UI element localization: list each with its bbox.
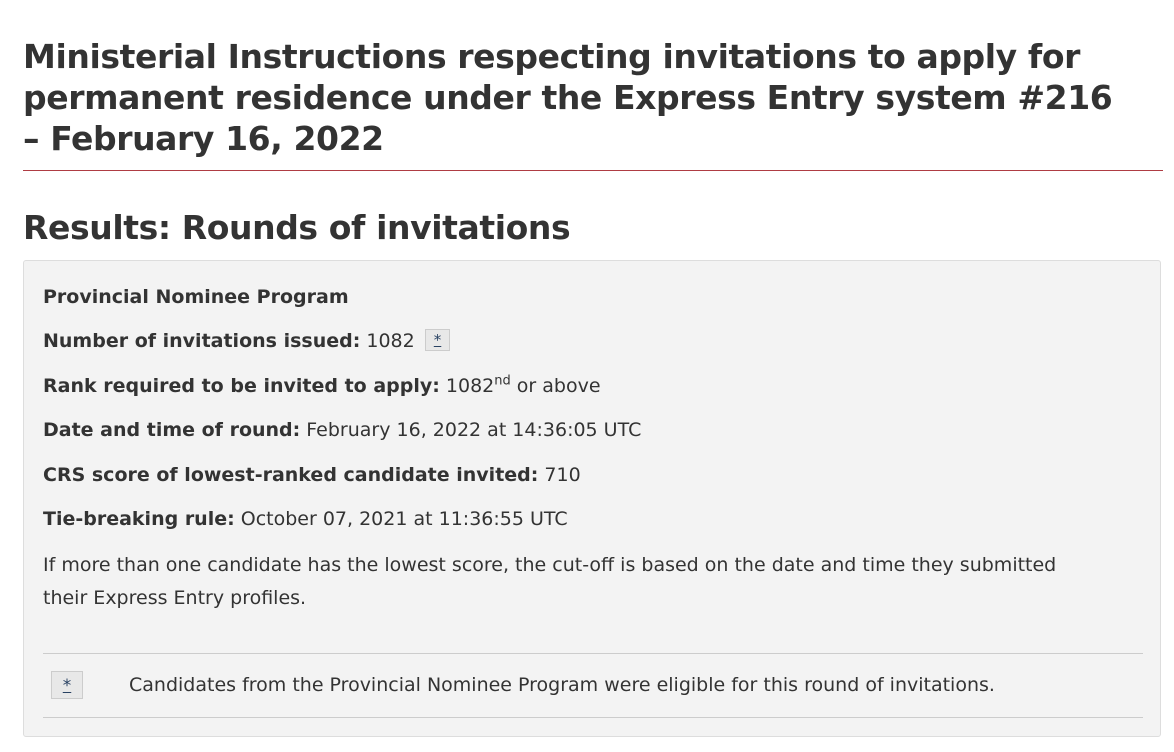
invitations-value: 1082 [366, 330, 415, 352]
results-panel: Provincial Nominee Program Number of inv… [23, 260, 1161, 737]
invitations-row: Number of invitations issued: 1082 * [43, 326, 451, 356]
program-name: Provincial Nominee Program [43, 286, 349, 308]
rank-label: Rank required to be invited to apply: [43, 375, 440, 397]
rank-ordinal-suffix: nd [494, 373, 511, 389]
footnote-ref-link[interactable]: * [424, 329, 451, 351]
footnote-back-link[interactable]: * [51, 671, 83, 699]
rank-row: Rank required to be invited to apply: 10… [43, 371, 601, 401]
rank-tail: or above [516, 375, 601, 397]
footnote-divider-bottom [43, 717, 1143, 718]
date-value: February 16, 2022 at 14:36:05 UTC [306, 419, 642, 441]
section-title: Results: Rounds of invitations [23, 208, 571, 247]
footnote-divider-top [43, 653, 1143, 654]
page-title: Ministerial Instructions respecting invi… [23, 37, 1113, 158]
date-row: Date and time of round: February 16, 202… [43, 415, 641, 445]
page: Ministerial Instructions respecting invi… [0, 0, 1174, 752]
tie-breaking-row: Tie-breaking rule: October 07, 2021 at 1… [43, 504, 568, 534]
footnote-text: Candidates from the Provincial Nominee P… [129, 674, 995, 696]
crs-label: CRS score of lowest-ranked candidate inv… [43, 464, 539, 486]
crs-row: CRS score of lowest-ranked candidate inv… [43, 460, 581, 490]
title-divider [23, 170, 1163, 171]
tie-breaking-note: If more than one candidate has the lowes… [43, 554, 1057, 609]
date-label: Date and time of round: [43, 419, 301, 441]
rank-value: 1082 [445, 375, 495, 397]
tie-breaking-value: October 07, 2021 at 11:36:55 UTC [240, 508, 568, 530]
crs-value: 710 [544, 464, 581, 486]
invitations-label: Number of invitations issued: [43, 330, 361, 352]
tie-breaking-label: Tie-breaking rule: [43, 508, 235, 530]
